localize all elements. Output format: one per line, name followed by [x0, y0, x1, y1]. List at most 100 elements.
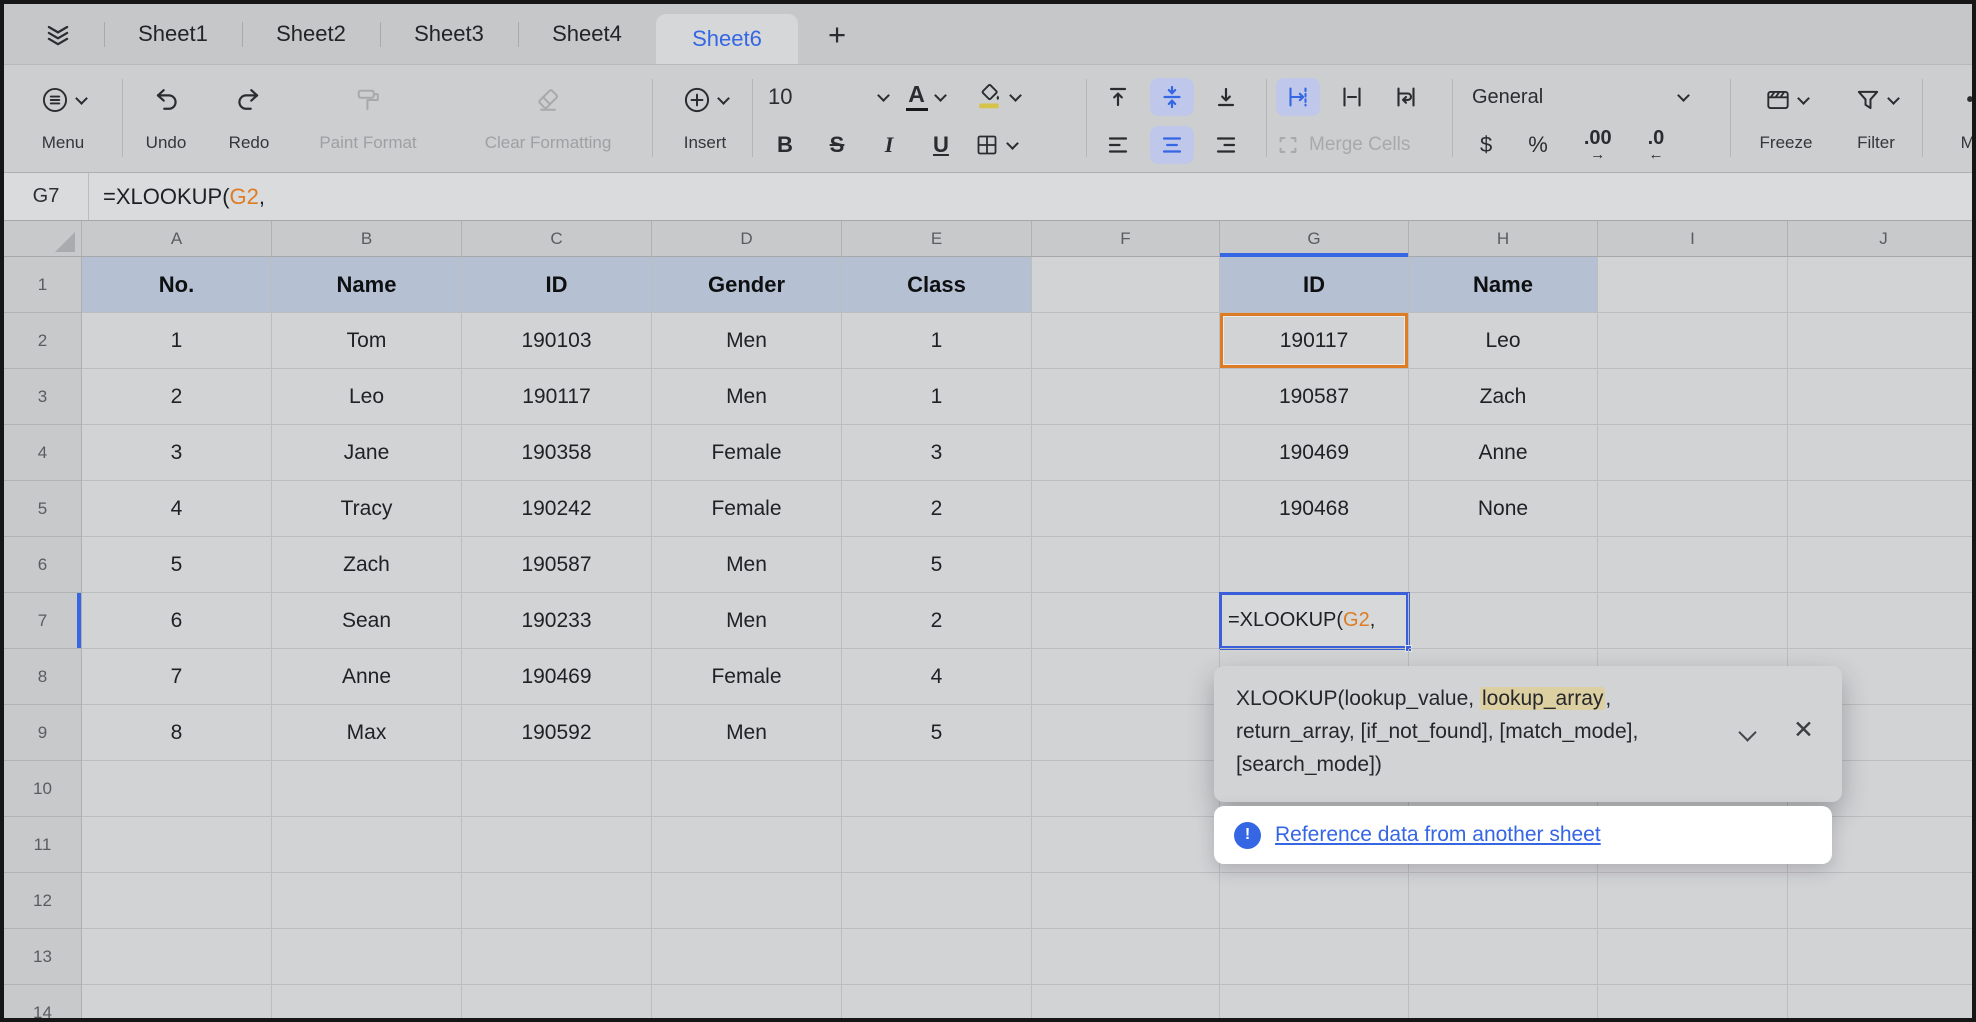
cell-E9[interactable]: 5	[842, 705, 1032, 761]
insert-button[interactable]: Insert	[662, 71, 748, 157]
cell-A8[interactable]: 7	[82, 649, 272, 705]
cell-I5[interactable]	[1598, 481, 1788, 537]
filter-button[interactable]: Filter	[1836, 71, 1916, 157]
cell-C7[interactable]: 190233	[462, 593, 652, 649]
row-header-4[interactable]: 4	[4, 425, 82, 481]
tab-sheet1[interactable]: Sheet1	[104, 4, 242, 64]
cell-I3[interactable]	[1598, 369, 1788, 425]
cell-G4[interactable]: 190469	[1220, 425, 1409, 481]
cell-D3[interactable]: Men	[652, 369, 842, 425]
cell-G1[interactable]: ID	[1220, 257, 1409, 313]
cell-I7[interactable]	[1598, 593, 1788, 649]
tab-sheet4[interactable]: Sheet4	[518, 4, 656, 64]
cell-J2[interactable]	[1788, 313, 1972, 369]
cell-B1[interactable]: Name	[272, 257, 462, 313]
column-header-I[interactable]: I	[1598, 221, 1788, 257]
cell-D2[interactable]: Men	[652, 313, 842, 369]
cell-J6[interactable]	[1788, 537, 1972, 593]
cell-C6[interactable]: 190587	[462, 537, 652, 593]
cell-G12[interactable]	[1220, 873, 1409, 929]
cell-F3[interactable]	[1032, 369, 1220, 425]
cell-F9[interactable]	[1032, 705, 1220, 761]
cell-E2[interactable]: 1	[842, 313, 1032, 369]
tab-sheet3[interactable]: Sheet3	[380, 4, 518, 64]
valign-bottom-button[interactable]	[1204, 78, 1248, 116]
row-header-2[interactable]: 2	[4, 313, 82, 369]
cell-F7[interactable]	[1032, 593, 1220, 649]
merge-cells-button[interactable]: Merge Cells	[1276, 133, 1410, 157]
cell-D1[interactable]: Gender	[652, 257, 842, 313]
cell-J7[interactable]	[1788, 593, 1972, 649]
text-wrap-button[interactable]	[1384, 78, 1428, 116]
cell-E11[interactable]	[842, 817, 1032, 873]
cell-A3[interactable]: 2	[82, 369, 272, 425]
select-all-corner[interactable]	[4, 221, 82, 257]
cell-B6[interactable]: Zach	[272, 537, 462, 593]
cell-I12[interactable]	[1598, 873, 1788, 929]
cell-B5[interactable]: Tracy	[272, 481, 462, 537]
row-header-10[interactable]: 10	[4, 761, 82, 817]
freeze-button[interactable]: Freeze	[1742, 71, 1830, 157]
strikethrough-button[interactable]: S	[820, 132, 854, 158]
cell-C3[interactable]: 190117	[462, 369, 652, 425]
text-clip-button[interactable]	[1330, 78, 1374, 116]
cell-J4[interactable]	[1788, 425, 1972, 481]
row-header-14[interactable]: 14	[4, 985, 82, 1018]
cell-F10[interactable]	[1032, 761, 1220, 817]
cell-B14[interactable]	[272, 985, 462, 1018]
cell-A12[interactable]	[82, 873, 272, 929]
cell-E8[interactable]: 4	[842, 649, 1032, 705]
cell-F6[interactable]	[1032, 537, 1220, 593]
cell-H7[interactable]	[1409, 593, 1598, 649]
cell-C1[interactable]: ID	[462, 257, 652, 313]
close-icon[interactable]: ✕	[1793, 718, 1814, 743]
cell-A11[interactable]	[82, 817, 272, 873]
cell-I2[interactable]	[1598, 313, 1788, 369]
cell-B12[interactable]	[272, 873, 462, 929]
cell-H5[interactable]: None	[1409, 481, 1598, 537]
cell-F11[interactable]	[1032, 817, 1220, 873]
decrease-decimal-button[interactable]: .0 ←	[1648, 128, 1665, 162]
bold-button[interactable]: B	[768, 132, 802, 158]
cell-G6[interactable]	[1220, 537, 1409, 593]
cell-C12[interactable]	[462, 873, 652, 929]
italic-button[interactable]: I	[872, 132, 906, 158]
cell-F12[interactable]	[1032, 873, 1220, 929]
valign-middle-button[interactable]	[1150, 78, 1194, 116]
cell-B9[interactable]: Max	[272, 705, 462, 761]
cell-C4[interactable]: 190358	[462, 425, 652, 481]
cell-B8[interactable]: Anne	[272, 649, 462, 705]
column-header-A[interactable]: A	[82, 221, 272, 257]
clear-formatting-button[interactable]: Clear Formatting	[452, 71, 644, 157]
cell-F2[interactable]	[1032, 313, 1220, 369]
cell-A6[interactable]: 5	[82, 537, 272, 593]
column-header-C[interactable]: C	[462, 221, 652, 257]
fill-color-button[interactable]	[958, 83, 1036, 111]
column-header-H[interactable]: H	[1409, 221, 1598, 257]
cell-I1[interactable]	[1598, 257, 1788, 313]
cell-C9[interactable]: 190592	[462, 705, 652, 761]
cell-G7[interactable]: =XLOOKUP(G2,	[1220, 593, 1409, 649]
cell-G14[interactable]	[1220, 985, 1409, 1018]
cell-A10[interactable]	[82, 761, 272, 817]
cell-D14[interactable]	[652, 985, 842, 1018]
borders-button[interactable]	[974, 132, 1017, 158]
column-header-E[interactable]: E	[842, 221, 1032, 257]
cell-I13[interactable]	[1598, 929, 1788, 985]
cell-E14[interactable]	[842, 985, 1032, 1018]
cell-D12[interactable]	[652, 873, 842, 929]
cell-B2[interactable]: Tom	[272, 313, 462, 369]
cell-D13[interactable]	[652, 929, 842, 985]
halign-center-button[interactable]	[1150, 126, 1194, 164]
cell-D4[interactable]: Female	[652, 425, 842, 481]
cell-C10[interactable]	[462, 761, 652, 817]
tab-sheet2[interactable]: Sheet2	[242, 4, 380, 64]
cell-I4[interactable]	[1598, 425, 1788, 481]
row-header-11[interactable]: 11	[4, 817, 82, 873]
cell-D8[interactable]: Female	[652, 649, 842, 705]
cell-B3[interactable]: Leo	[272, 369, 462, 425]
cell-A13[interactable]	[82, 929, 272, 985]
column-header-F[interactable]: F	[1032, 221, 1220, 257]
cell-F13[interactable]	[1032, 929, 1220, 985]
column-header-D[interactable]: D	[652, 221, 842, 257]
